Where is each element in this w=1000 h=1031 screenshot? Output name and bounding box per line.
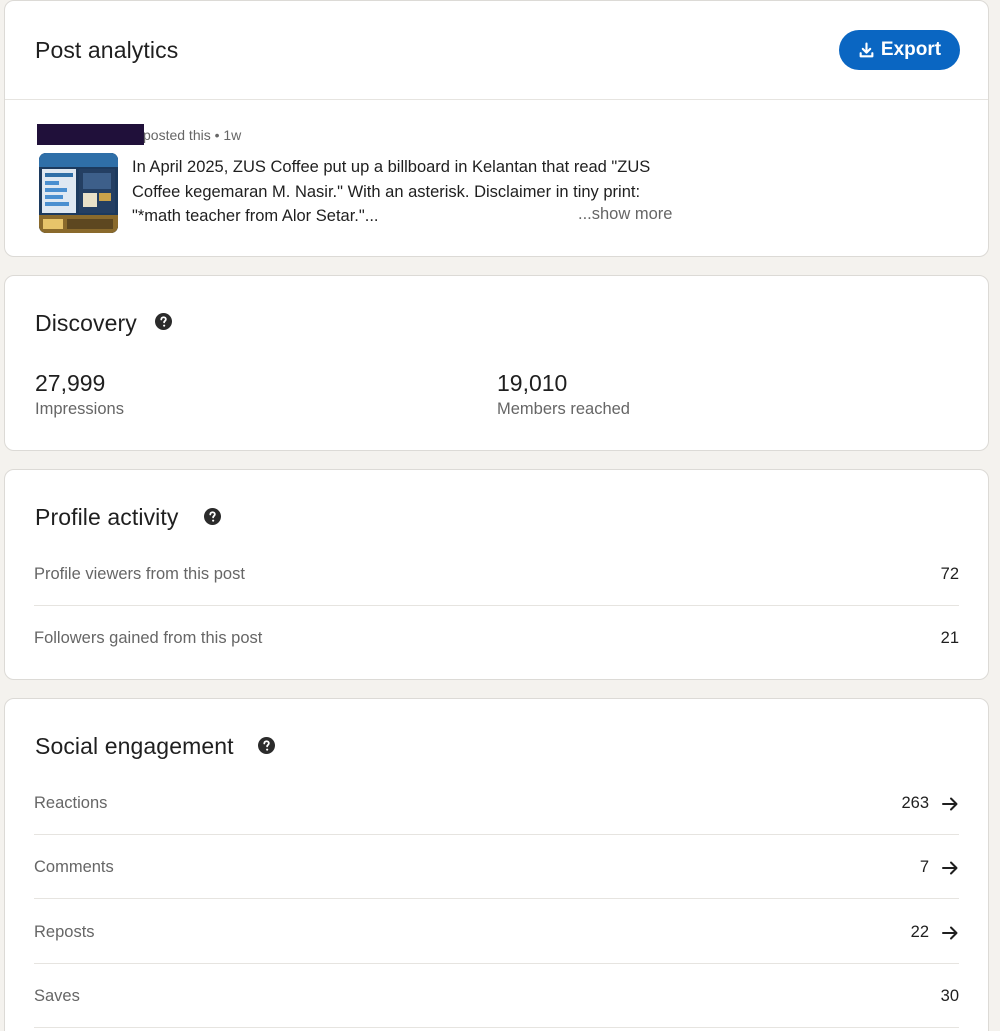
help-icon[interactable] (258, 737, 275, 754)
redacted-author-name (37, 124, 144, 145)
impressions-label: Impressions (35, 400, 124, 418)
page-title: Post analytics (35, 37, 179, 63)
row-value: 7 (919, 858, 929, 876)
comments-row[interactable]: Comments 7 (34, 835, 959, 899)
profile-viewers-row: Profile viewers from this post 72 (34, 542, 959, 606)
followers-gained-row: Followers gained from this post 21 (34, 607, 959, 671)
members-reached-value: 19,010 (497, 370, 568, 396)
social-engagement-card: Social engagement Reactions 263 Comments… (4, 698, 989, 1031)
show-more-link[interactable]: ...show more (578, 205, 672, 224)
social-engagement-title: Social engagement (35, 733, 234, 759)
row-value: 30 (940, 987, 959, 1005)
impressions-value: 27,999 (35, 370, 106, 396)
post-analytics-card: Post analytics Export posted this • 1w I… (4, 0, 989, 257)
export-button[interactable]: Export (839, 30, 960, 70)
arrow-right-icon[interactable] (941, 795, 959, 813)
discovery-card: Discovery 27,999 Impressions 19,010 Memb… (4, 275, 989, 451)
row-value: 22 (910, 923, 929, 941)
row-value: 21 (940, 629, 959, 647)
arrow-right-icon[interactable] (941, 924, 959, 942)
thumbnail-graphic (39, 153, 118, 233)
row-label: Profile viewers from this post (34, 565, 245, 583)
post-thumbnail-image[interactable] (39, 153, 118, 233)
members-reached-label: Members reached (497, 400, 630, 418)
reactions-row[interactable]: Reactions 263 (34, 771, 959, 835)
saves-row: Saves 30 (34, 964, 959, 1028)
help-icon[interactable] (204, 508, 221, 525)
profile-activity-card: Profile activity Profile viewers from th… (4, 469, 989, 680)
help-icon[interactable] (155, 313, 172, 330)
row-label: Comments (34, 858, 114, 876)
posted-meta: posted this • 1w (143, 127, 242, 143)
post-analytics-header: Post analytics Export (5, 1, 988, 100)
row-label: Followers gained from this post (34, 629, 263, 647)
row-label: Reposts (34, 923, 95, 941)
profile-activity-title: Profile activity (35, 504, 179, 530)
row-label: Saves (34, 987, 80, 1005)
row-label: Reactions (34, 794, 108, 812)
download-icon (859, 42, 874, 57)
row-value: 263 (901, 794, 929, 812)
reposts-row[interactable]: Reposts 22 (34, 900, 959, 964)
row-value: 72 (940, 565, 959, 583)
discovery-title: Discovery (35, 310, 137, 336)
export-label: Export (880, 39, 942, 60)
arrow-right-icon[interactable] (941, 859, 959, 877)
